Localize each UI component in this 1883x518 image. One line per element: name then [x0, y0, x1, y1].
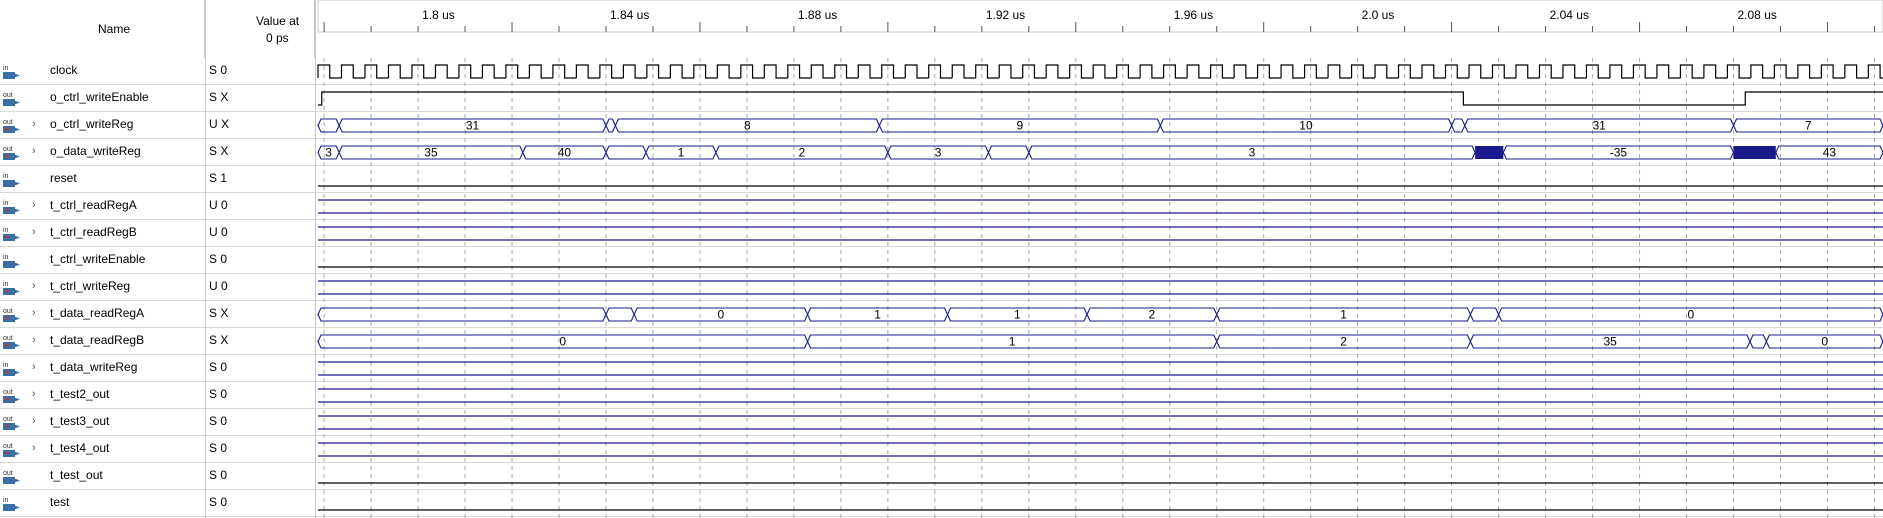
bus-segment — [317, 307, 607, 322]
bus-value-label: 31 — [466, 119, 480, 133]
bus-value-label: 2 — [799, 146, 806, 160]
bus-value-label: 0 — [1687, 308, 1694, 322]
ruler-label: 2.08 us — [1738, 8, 1777, 22]
bus-value-label: 8 — [744, 119, 751, 133]
bus-segment — [1749, 334, 1767, 349]
bus-segment — [1451, 118, 1466, 133]
bus-value-label: 3 — [935, 146, 942, 160]
bus-segment — [605, 145, 647, 160]
ruler-label: 1.92 us — [986, 8, 1025, 22]
bus-value-label: 0 — [718, 308, 725, 322]
bus-glitch — [1733, 146, 1776, 159]
bus-segment — [317, 118, 340, 133]
bus-value-label: 1 — [1340, 308, 1347, 322]
bus-value-label: 35 — [1604, 335, 1618, 349]
bus-value-label: 1 — [678, 146, 685, 160]
ruler-label: 1.84 us — [610, 8, 649, 22]
bus-segment — [987, 145, 1030, 160]
bus-value-label: 43 — [1823, 146, 1837, 160]
bus-segment — [605, 118, 616, 133]
time-ruler — [317, 0, 1883, 33]
bus-glitch — [1475, 146, 1504, 159]
bus-value-label: 2 — [1340, 335, 1347, 349]
bus-segment — [1469, 307, 1500, 322]
bus-value-label: 3 — [325, 146, 332, 160]
bit-wave — [318, 91, 1883, 106]
bus-segment — [605, 307, 635, 322]
ruler-label: 1.88 us — [798, 8, 837, 22]
clock-wave — [317, 64, 1883, 79]
bus-value-label: 0 — [559, 335, 566, 349]
bus-value-label: 0 — [1821, 335, 1828, 349]
ruler-label: 1.8 us — [422, 8, 455, 22]
bus-value-label: 9 — [1017, 119, 1024, 133]
column-separator[interactable] — [315, 0, 316, 518]
bus-value-label: 1 — [874, 308, 881, 322]
bus-value-label: 35 — [424, 146, 438, 160]
waveform-canvas[interactable]: 1.8 us 1.84 us 1.88 us 1.92 us 1.96 us 2.0 us… — [0, 0, 1883, 518]
ruler-label: 2.0 us — [1362, 8, 1395, 22]
waveform-viewer: Name Value at 0 ps in clock S 0 out o_ctrl_w… — [0, 0, 1883, 518]
bus-value-label: 7 — [1805, 119, 1812, 133]
bus-value-label: 1 — [1009, 335, 1016, 349]
bus-value-label: -35 — [1610, 146, 1628, 160]
bus-value-label: 2 — [1149, 308, 1156, 322]
bus-value-label: 40 — [558, 146, 572, 160]
bus-value-label: 3 — [1249, 146, 1256, 160]
column-separator[interactable] — [205, 0, 206, 518]
ruler-label: 2.04 us — [1550, 8, 1589, 22]
ruler-label: 1.96 us — [1174, 8, 1213, 22]
bus-value-label: 10 — [1299, 119, 1313, 133]
bus-value-label: 31 — [1592, 119, 1606, 133]
bus-value-label: 1 — [1014, 308, 1021, 322]
